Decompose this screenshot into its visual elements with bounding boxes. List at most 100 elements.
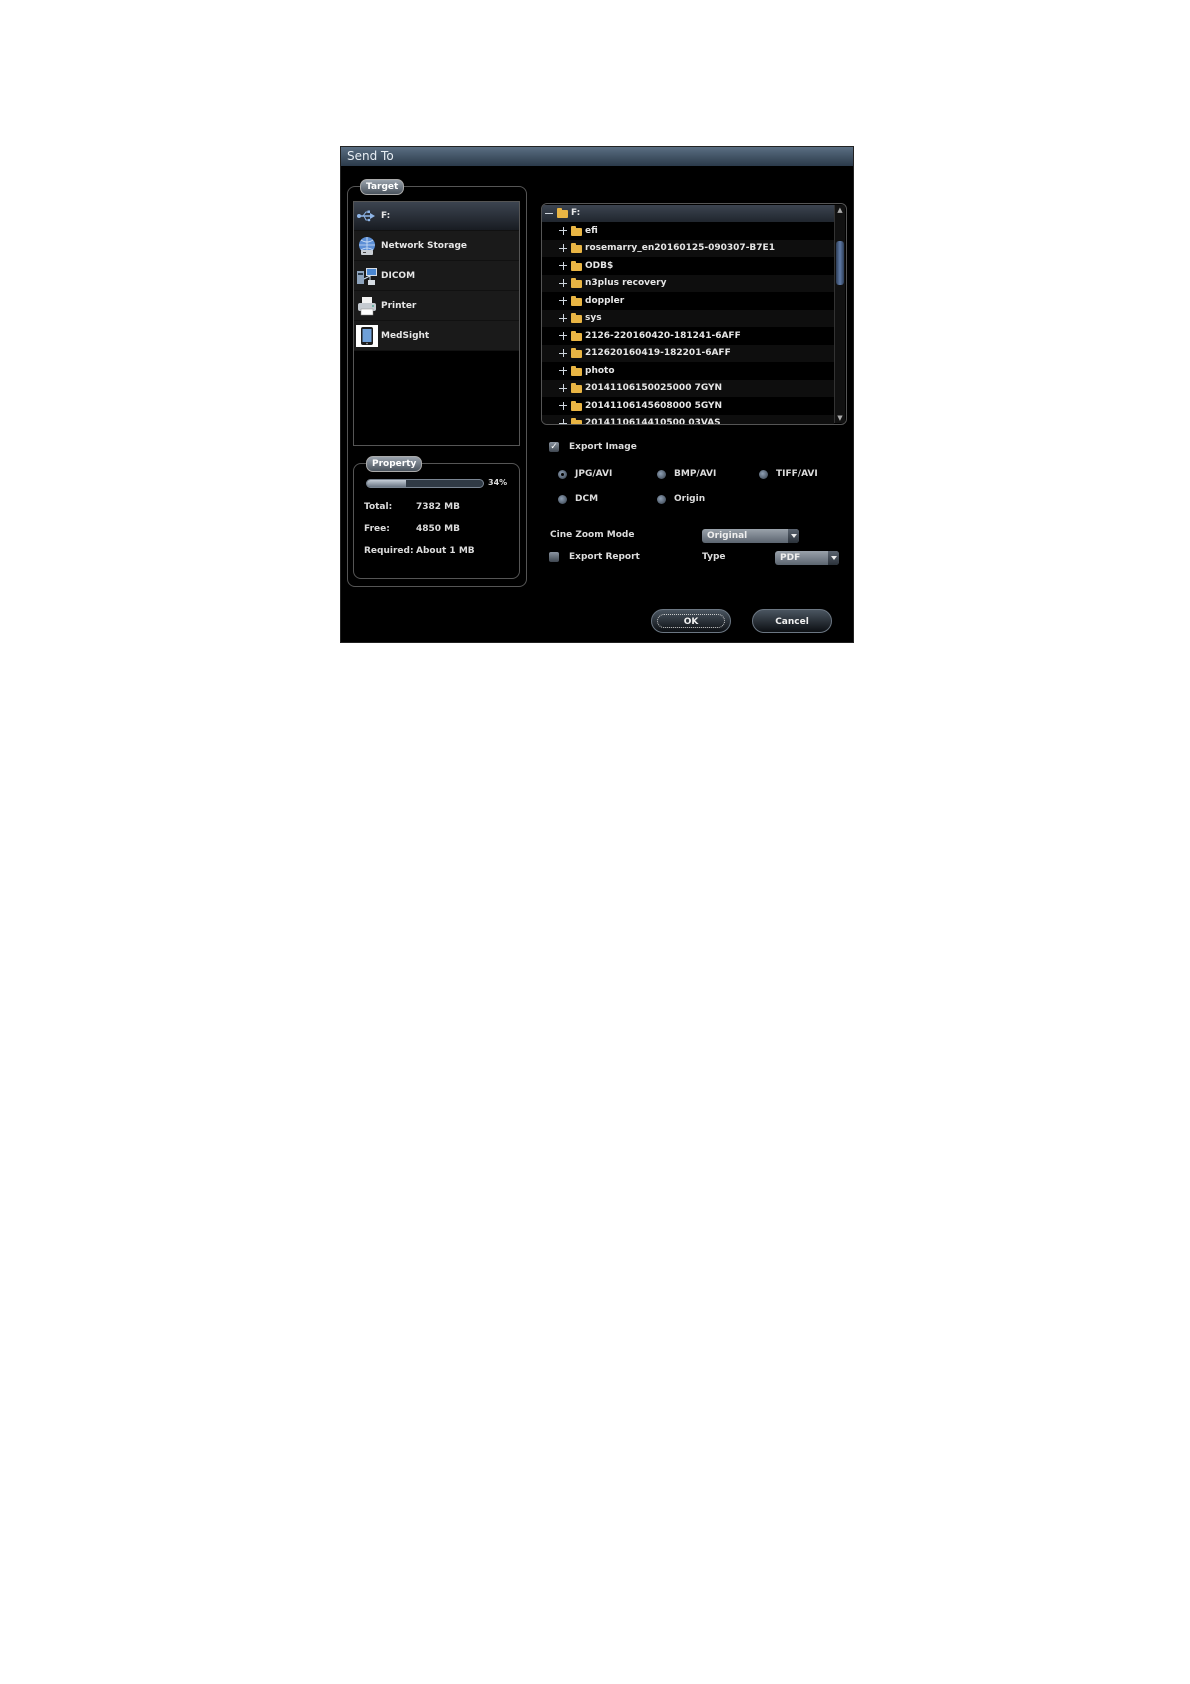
folder-icon — [557, 208, 568, 218]
send-to-dialog: Send To Target F: Network Storage DICOM … — [340, 146, 854, 643]
free-label: Free: — [364, 524, 390, 534]
tree-folder-row[interactable]: 212620160419-182201-6AFF — [542, 345, 834, 362]
folder-icon — [571, 313, 582, 323]
folder-icon — [571, 418, 582, 424]
format-label-dcm: DCM — [575, 494, 599, 504]
total-label: Total: — [364, 502, 393, 512]
ok-button[interactable]: OK — [651, 609, 731, 633]
required-value: About 1 MB — [416, 546, 475, 556]
cine-zoom-mode-label: Cine Zoom Mode — [550, 530, 635, 540]
target-item-network-storage[interactable]: Network Storage — [354, 231, 519, 261]
tree-folder-row[interactable]: rosemarry_en20160125-090307-B7E1 — [542, 240, 834, 257]
expand-icon[interactable] — [559, 401, 567, 410]
format-radio-bmp-avi[interactable] — [657, 470, 666, 479]
tree-folder-row[interactable]: ODB$ — [542, 258, 834, 275]
tree-folder-row[interactable]: sys — [542, 310, 834, 327]
expand-icon[interactable] — [559, 366, 567, 375]
tree-folder-label: efi — [585, 225, 598, 236]
cancel-button[interactable]: Cancel — [752, 609, 832, 633]
format-radio-origin[interactable] — [657, 495, 666, 504]
tree-folder-label: doppler — [585, 295, 625, 306]
tree-folder-label: 2126-220160420-181241-6AFF — [585, 330, 741, 341]
expand-icon[interactable] — [559, 384, 567, 392]
cine-zoom-mode-select[interactable]: Original — [702, 529, 799, 543]
format-label-tiff-avi: TIFF/AVI — [776, 469, 818, 479]
tree-folder-row[interactable]: 2126-220160420-181241-6AFF — [542, 328, 834, 345]
target-item-label: F: — [381, 211, 391, 221]
collapse-icon[interactable] — [545, 209, 553, 217]
folder-icon — [571, 278, 582, 288]
dialog-title: Send To — [341, 147, 853, 166]
storage-usage-fill — [367, 480, 407, 487]
expand-icon[interactable] — [559, 419, 567, 424]
export-report-checkbox[interactable] — [549, 552, 559, 562]
format-label-origin: Origin — [674, 494, 706, 504]
target-item-printer[interactable]: Printer — [354, 291, 519, 321]
folder-icon — [571, 295, 582, 306]
scroll-up-arrow[interactable]: ▲ — [835, 205, 845, 215]
report-type-value: PDF — [780, 553, 801, 563]
format-radio-jpg-avi[interactable] — [558, 470, 567, 479]
directory-tree[interactable]: ▲ ▼ F: efi rosemarry_en20160125-090307-B7E… — [541, 203, 847, 425]
chevron-down-icon — [828, 551, 839, 565]
tree-folder-row[interactable]: 2014110614410500 03VAS — [542, 415, 834, 425]
tree-folder-row[interactable]: n3plus recovery — [542, 275, 834, 292]
dicom-network-icon — [357, 267, 377, 285]
tree-folder-label: n3plus recovery — [585, 278, 667, 288]
tree-folder-label: ODB$ — [585, 260, 614, 271]
total-value: 7382 MB — [416, 502, 460, 512]
tree-folder-row[interactable]: efi — [542, 223, 834, 240]
tree-folder-label: rosemarry_en20160125-090307-B7E1 — [585, 243, 775, 253]
network-storage-icon — [359, 236, 375, 255]
expand-icon[interactable] — [559, 296, 567, 305]
expand-icon[interactable] — [559, 279, 567, 287]
target-group: Target F: Network Storage DICOM Printer … — [347, 179, 527, 587]
usb-drive-icon — [357, 210, 375, 222]
tree-folder-row[interactable]: doppler — [542, 293, 834, 310]
type-label: Type — [702, 552, 726, 562]
tree-folder-label: 20141106150025000 7GYN — [585, 383, 723, 393]
format-label-jpg-avi: JPG/AVI — [575, 469, 613, 479]
target-group-label: Target — [360, 179, 405, 195]
export-report-label: Export Report — [569, 552, 640, 562]
format-label-bmp-avi: BMP/AVI — [674, 469, 717, 479]
expand-icon[interactable] — [559, 314, 567, 322]
folder-icon — [571, 383, 582, 393]
folder-icon — [571, 365, 582, 376]
target-item-label: MedSight — [381, 330, 430, 341]
tree-folder-label: sys — [585, 313, 602, 323]
folder-icon — [571, 330, 582, 341]
tree-folder-row[interactable]: 20141106150025000 7GYN — [542, 380, 834, 397]
target-item-medsight[interactable]: MedSight — [354, 321, 519, 351]
folder-icon — [571, 348, 582, 358]
report-type-select[interactable]: PDF — [775, 551, 839, 565]
target-item-f-drive[interactable]: F: — [354, 202, 519, 231]
target-list: F: Network Storage DICOM Printer MedSigh… — [353, 201, 520, 446]
export-image-label: Export Image — [569, 442, 637, 452]
format-radio-dcm[interactable] — [558, 495, 567, 504]
expand-icon[interactable] — [559, 331, 567, 340]
expand-icon[interactable] — [559, 226, 567, 235]
tree-scrollbar[interactable]: ▲ ▼ — [834, 205, 845, 423]
chevron-down-icon — [788, 529, 799, 543]
tree-folder-label: photo — [585, 365, 615, 376]
format-radio-tiff-avi[interactable] — [759, 470, 768, 479]
export-image-checkbox[interactable]: ✓ — [549, 442, 559, 452]
scroll-thumb[interactable] — [836, 241, 844, 285]
tablet-icon — [356, 324, 378, 347]
target-item-dicom[interactable]: DICOM — [354, 261, 519, 291]
tree-folder-row[interactable]: photo — [542, 363, 834, 380]
target-item-label: Printer — [381, 300, 417, 311]
folder-icon — [571, 260, 582, 271]
tree-folder-label: 20141106145608000 5GYN — [585, 400, 723, 411]
folder-icon — [571, 400, 582, 411]
storage-usage-text: 34% — [488, 478, 508, 487]
tree-folder-label: 2014110614410500 03VAS — [585, 418, 721, 425]
tree-folder-row[interactable]: 20141106145608000 5GYN — [542, 398, 834, 415]
expand-icon[interactable] — [559, 349, 567, 357]
expand-icon[interactable] — [559, 244, 567, 252]
free-value: 4850 MB — [416, 524, 460, 534]
expand-icon[interactable] — [559, 261, 567, 270]
tree-root-row[interactable]: F: — [542, 205, 834, 222]
scroll-down-arrow[interactable]: ▼ — [835, 413, 845, 423]
